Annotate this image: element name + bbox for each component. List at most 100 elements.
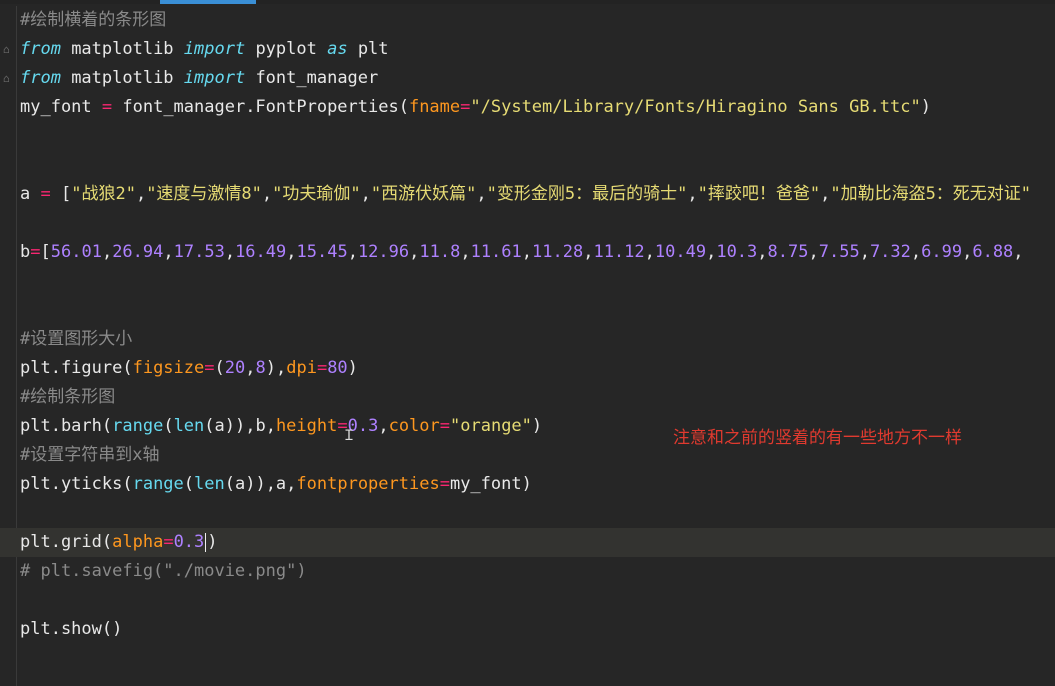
code-token: len — [173, 416, 205, 436]
code-token: 56.01 — [50, 242, 102, 262]
code-token: pyplot — [245, 39, 328, 59]
code-token: "orange" — [450, 416, 532, 436]
code-token: (a)),b, — [204, 416, 276, 436]
code-token: 10.49 — [654, 242, 707, 262]
code-line[interactable]: plt.grid(alpha=0.3) — [20, 528, 1055, 557]
code-token: #设置图形大小 — [20, 329, 133, 349]
code-line[interactable]: b=[56.01,26.94,17.53,16.49,15.45,12.96,1… — [20, 238, 1055, 267]
code-token: #设置字符串到x轴 — [20, 445, 160, 465]
code-token: , — [286, 242, 297, 262]
code-line[interactable]: #绘制条形图 — [20, 383, 1055, 412]
code-token: = — [163, 532, 174, 552]
code-token: my_font — [20, 97, 102, 117]
code-line[interactable]: my_font = font_manager.FontProperties(fn… — [20, 93, 1055, 122]
code-token: 10.3 — [716, 242, 758, 262]
code-token: , — [378, 416, 389, 436]
code-token: = — [30, 242, 41, 262]
code-line[interactable] — [20, 209, 1055, 238]
code-line[interactable] — [20, 267, 1055, 296]
code-token: = — [460, 97, 471, 117]
tab-bar — [0, 0, 1055, 4]
code-token: ) — [531, 416, 543, 436]
code-token: (a)),a, — [224, 474, 297, 494]
code-editor[interactable]: #绘制横着的条形图 ⌂ from matplotlib import pyplot … — [0, 6, 1055, 686]
code-line[interactable]: from matplotlib import font_manager — [20, 64, 1055, 93]
code-token: 16.49 — [235, 242, 287, 262]
code-token: , — [409, 242, 420, 262]
code-token: # plt.savefig("./movie.png") — [20, 561, 307, 581]
code-token: 8.75 — [767, 242, 809, 262]
code-token: from — [20, 39, 61, 59]
code-token: , — [808, 242, 819, 262]
code-line[interactable]: plt.show() — [20, 615, 1055, 644]
code-line[interactable]: plt.yticks(range(len(a)),a,fontpropertie… — [20, 470, 1055, 499]
code-token: as — [327, 39, 348, 59]
code-token: , — [1013, 242, 1024, 262]
code-token: plt.show() — [20, 619, 123, 639]
code-token: ) — [347, 358, 358, 378]
code-token: from — [20, 68, 61, 88]
code-token: , — [859, 242, 870, 262]
code-token: 6.99 — [921, 242, 963, 262]
code-token: plt.grid( — [20, 532, 113, 552]
code-line[interactable] — [20, 151, 1055, 180]
code-token: , — [687, 184, 698, 204]
code-token: , — [476, 184, 487, 204]
code-line[interactable] — [20, 122, 1055, 151]
code-token: 6.88 — [972, 242, 1014, 262]
code-token: , — [224, 242, 236, 262]
code-line[interactable]: plt.figure(figsize=(20,8),dpi=80) — [20, 354, 1055, 383]
code-token: , — [583, 242, 594, 262]
code-token: 7.55 — [818, 242, 860, 262]
code-token: plt.barh( — [20, 416, 113, 436]
code-token: matplotlib — [60, 68, 184, 88]
code-token: range — [132, 474, 184, 494]
code-line[interactable]: from matplotlib import pyplot as plt — [20, 35, 1055, 64]
code-line[interactable] — [20, 499, 1055, 528]
code-token: "变形金刚5：最后的骑士" — [486, 184, 688, 204]
code-token: , — [101, 242, 113, 262]
code-line[interactable]: # plt.savefig("./movie.png") — [20, 557, 1055, 586]
code-token: ) — [207, 532, 218, 552]
code-token: 11.61 — [470, 242, 522, 262]
code-token: font_manager.FontProperties( — [112, 97, 409, 117]
code-token: , — [757, 242, 768, 262]
code-token: 7.32 — [869, 242, 911, 262]
code-token: #绘制条形图 — [20, 387, 116, 407]
code-token: plt — [347, 39, 389, 59]
gutter-divider — [16, 6, 17, 686]
code-token: , — [245, 358, 256, 378]
code-token: = — [439, 474, 450, 494]
code-token: height — [275, 416, 338, 436]
active-tab-indicator[interactable] — [160, 0, 256, 4]
code-token: 17.53 — [173, 242, 225, 262]
code-token: fname — [408, 97, 461, 117]
code-token: , — [962, 242, 973, 262]
code-token: 11.8 — [419, 242, 461, 262]
code-token: ( — [163, 416, 174, 436]
code-token: = — [316, 358, 328, 378]
code-line[interactable] — [20, 296, 1055, 325]
code-token: 80 — [327, 358, 348, 378]
code-token: alpha — [112, 532, 164, 552]
code-token: b — [20, 242, 31, 262]
code-token: "/System/Library/Fonts/Hiragino Sans GB.… — [470, 97, 921, 117]
code-line[interactable]: a = ["战狼2","速度与激情8","功夫瑜伽","西游伏妖篇","变形金刚… — [20, 180, 1055, 209]
code-line[interactable]: #设置图形大小 — [20, 325, 1055, 354]
code-token: [ — [40, 242, 51, 262]
code-token: , — [347, 242, 358, 262]
code-token: "功夫瑜伽" — [272, 184, 361, 204]
code-token: fontproperties — [296, 474, 440, 494]
code-token: ) — [920, 97, 931, 117]
code-line[interactable]: #绘制横着的条形图 — [20, 6, 1055, 35]
code-token: 12.96 — [357, 242, 410, 262]
code-token: , — [910, 242, 922, 262]
handwritten-annotation: 注意和之前的竖着的有一些地方不一样 — [673, 428, 962, 448]
code-token: ), — [265, 358, 287, 378]
code-line[interactable] — [20, 586, 1055, 615]
fold-marker-icon[interactable]: ⌂ — [3, 72, 10, 85]
fold-marker-icon[interactable]: ⌂ — [3, 43, 10, 56]
code-token: import — [183, 39, 246, 59]
code-token: = — [40, 184, 51, 204]
code-token: range — [112, 416, 164, 436]
